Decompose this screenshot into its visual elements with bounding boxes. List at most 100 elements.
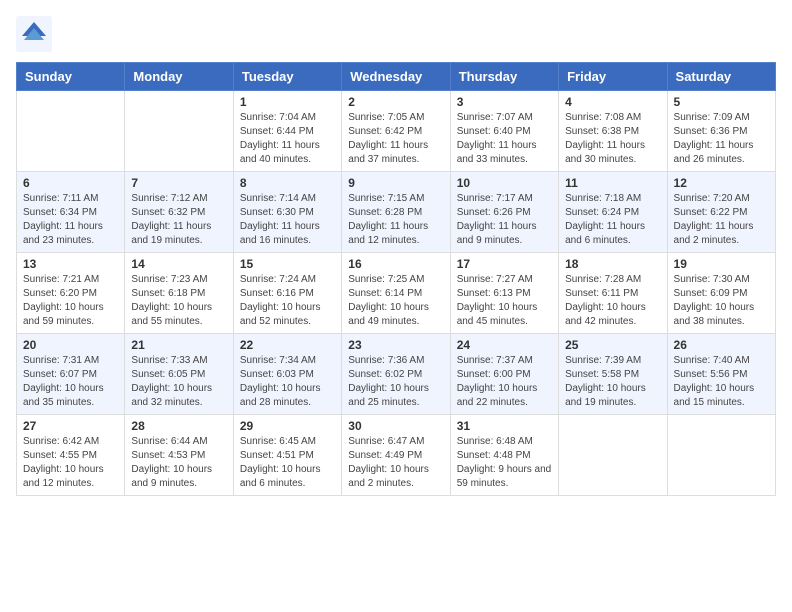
calendar-cell: 11 Sunrise: 7:18 AM Sunset: 6:24 PM Dayli… — [559, 172, 667, 253]
day-info: Sunrise: 7:31 AM Sunset: 6:07 PM Dayligh… — [23, 354, 118, 410]
day-info: Sunrise: 7:20 AM Sunset: 6:22 PM Dayligh… — [674, 192, 769, 248]
day-number: 12 — [674, 176, 769, 190]
weekday-header: Wednesday — [342, 63, 450, 91]
weekday-header: Saturday — [667, 63, 775, 91]
calendar-cell: 29 Sunrise: 6:45 AM Sunset: 4:51 PM Dayli… — [233, 415, 341, 496]
logo — [16, 16, 56, 52]
page-header — [16, 16, 776, 52]
calendar-cell: 19 Sunrise: 7:30 AM Sunset: 6:09 PM Dayli… — [667, 253, 775, 334]
day-number: 27 — [23, 419, 118, 433]
day-info: Sunrise: 7:40 AM Sunset: 5:56 PM Dayligh… — [674, 354, 769, 410]
weekday-header: Thursday — [450, 63, 558, 91]
day-number: 22 — [240, 338, 335, 352]
calendar-cell: 3 Sunrise: 7:07 AM Sunset: 6:40 PM Daylig… — [450, 91, 558, 172]
day-info: Sunrise: 7:08 AM Sunset: 6:38 PM Dayligh… — [565, 111, 660, 167]
day-number: 9 — [348, 176, 443, 190]
day-info: Sunrise: 7:37 AM Sunset: 6:00 PM Dayligh… — [457, 354, 552, 410]
calendar-cell: 7 Sunrise: 7:12 AM Sunset: 6:32 PM Daylig… — [125, 172, 233, 253]
day-info: Sunrise: 7:28 AM Sunset: 6:11 PM Dayligh… — [565, 273, 660, 329]
calendar-cell: 17 Sunrise: 7:27 AM Sunset: 6:13 PM Dayli… — [450, 253, 558, 334]
calendar-cell: 28 Sunrise: 6:44 AM Sunset: 4:53 PM Dayli… — [125, 415, 233, 496]
day-number: 8 — [240, 176, 335, 190]
calendar-cell: 15 Sunrise: 7:24 AM Sunset: 6:16 PM Dayli… — [233, 253, 341, 334]
calendar-cell: 21Sunrise: 7:33 AM Sunset: 6:05 PM Dayli… — [125, 334, 233, 415]
day-info: Sunrise: 7:21 AM Sunset: 6:20 PM Dayligh… — [23, 273, 118, 329]
logo-icon — [16, 16, 52, 52]
day-number: 5 — [674, 95, 769, 109]
calendar-cell: 30 Sunrise: 6:47 AM Sunset: 4:49 PM Dayli… — [342, 415, 450, 496]
day-info: Sunrise: 7:33 AM Sunset: 6:05 PM Dayligh… — [131, 354, 226, 410]
calendar-table: SundayMondayTuesdayWednesdayThursdayFrid… — [16, 62, 776, 496]
calendar-cell — [559, 415, 667, 496]
calendar-cell: 22 Sunrise: 7:34 AM Sunset: 6:03 PM Dayli… — [233, 334, 341, 415]
calendar-cell — [667, 415, 775, 496]
day-number: 10 — [457, 176, 552, 190]
calendar-cell: 31Sunrise: 6:48 AM Sunset: 4:48 PM Dayli… — [450, 415, 558, 496]
day-number: 3 — [457, 95, 552, 109]
day-info: Sunrise: 7:14 AM Sunset: 6:30 PM Dayligh… — [240, 192, 335, 248]
weekday-header: Sunday — [17, 63, 125, 91]
day-info: Sunrise: 6:48 AM Sunset: 4:48 PM Dayligh… — [457, 435, 552, 491]
calendar-cell: 1 Sunrise: 7:04 AM Sunset: 6:44 PM Daylig… — [233, 91, 341, 172]
calendar-cell: 8 Sunrise: 7:14 AM Sunset: 6:30 PM Daylig… — [233, 172, 341, 253]
day-number: 19 — [674, 257, 769, 271]
calendar-cell — [17, 91, 125, 172]
day-number: 14 — [131, 257, 226, 271]
calendar-cell: 20 Sunrise: 7:31 AM Sunset: 6:07 PM Dayli… — [17, 334, 125, 415]
calendar-cell: 23 Sunrise: 7:36 AM Sunset: 6:02 PM Dayli… — [342, 334, 450, 415]
calendar-cell: 16Sunrise: 7:25 AM Sunset: 6:14 PM Dayli… — [342, 253, 450, 334]
day-number: 20 — [23, 338, 118, 352]
calendar-cell: 26 Sunrise: 7:40 AM Sunset: 5:56 PM Dayli… — [667, 334, 775, 415]
calendar-cell: 27 Sunrise: 6:42 AM Sunset: 4:55 PM Dayli… — [17, 415, 125, 496]
day-info: Sunrise: 7:34 AM Sunset: 6:03 PM Dayligh… — [240, 354, 335, 410]
day-number: 28 — [131, 419, 226, 433]
day-number: 29 — [240, 419, 335, 433]
day-info: Sunrise: 7:09 AM Sunset: 6:36 PM Dayligh… — [674, 111, 769, 167]
day-number: 24 — [457, 338, 552, 352]
day-number: 23 — [348, 338, 443, 352]
day-info: Sunrise: 7:12 AM Sunset: 6:32 PM Dayligh… — [131, 192, 226, 248]
day-info: Sunrise: 7:24 AM Sunset: 6:16 PM Dayligh… — [240, 273, 335, 329]
day-number: 25 — [565, 338, 660, 352]
day-info: Sunrise: 7:05 AM Sunset: 6:42 PM Dayligh… — [348, 111, 443, 167]
day-info: Sunrise: 7:36 AM Sunset: 6:02 PM Dayligh… — [348, 354, 443, 410]
day-info: Sunrise: 7:11 AM Sunset: 6:34 PM Dayligh… — [23, 192, 118, 248]
day-number: 11 — [565, 176, 660, 190]
day-info: Sunrise: 7:15 AM Sunset: 6:28 PM Dayligh… — [348, 192, 443, 248]
day-number: 2 — [348, 95, 443, 109]
weekday-header: Friday — [559, 63, 667, 91]
day-info: Sunrise: 7:23 AM Sunset: 6:18 PM Dayligh… — [131, 273, 226, 329]
calendar-cell: 12 Sunrise: 7:20 AM Sunset: 6:22 PM Dayli… — [667, 172, 775, 253]
day-number: 26 — [674, 338, 769, 352]
day-number: 17 — [457, 257, 552, 271]
day-number: 13 — [23, 257, 118, 271]
day-number: 15 — [240, 257, 335, 271]
day-number: 7 — [131, 176, 226, 190]
calendar-cell: 14 Sunrise: 7:23 AM Sunset: 6:18 PM Dayli… — [125, 253, 233, 334]
day-info: Sunrise: 6:45 AM Sunset: 4:51 PM Dayligh… — [240, 435, 335, 491]
day-info: Sunrise: 7:07 AM Sunset: 6:40 PM Dayligh… — [457, 111, 552, 167]
calendar-cell: 9 Sunrise: 7:15 AM Sunset: 6:28 PM Daylig… — [342, 172, 450, 253]
weekday-header: Tuesday — [233, 63, 341, 91]
calendar-cell — [125, 91, 233, 172]
day-info: Sunrise: 6:47 AM Sunset: 4:49 PM Dayligh… — [348, 435, 443, 491]
day-info: Sunrise: 7:39 AM Sunset: 5:58 PM Dayligh… — [565, 354, 660, 410]
day-info: Sunrise: 6:44 AM Sunset: 4:53 PM Dayligh… — [131, 435, 226, 491]
day-info: Sunrise: 7:25 AM Sunset: 6:14 PM Dayligh… — [348, 273, 443, 329]
day-info: Sunrise: 7:27 AM Sunset: 6:13 PM Dayligh… — [457, 273, 552, 329]
day-number: 18 — [565, 257, 660, 271]
day-number: 30 — [348, 419, 443, 433]
calendar-cell: 13 Sunrise: 7:21 AM Sunset: 6:20 PM Dayli… — [17, 253, 125, 334]
day-info: Sunrise: 7:17 AM Sunset: 6:26 PM Dayligh… — [457, 192, 552, 248]
day-info: Sunrise: 7:30 AM Sunset: 6:09 PM Dayligh… — [674, 273, 769, 329]
day-info: Sunrise: 7:18 AM Sunset: 6:24 PM Dayligh… — [565, 192, 660, 248]
calendar-cell: 18 Sunrise: 7:28 AM Sunset: 6:11 PM Dayli… — [559, 253, 667, 334]
day-number: 1 — [240, 95, 335, 109]
calendar-cell: 10 Sunrise: 7:17 AM Sunset: 6:26 PM Dayli… — [450, 172, 558, 253]
calendar-cell: 25 Sunrise: 7:39 AM Sunset: 5:58 PM Dayli… — [559, 334, 667, 415]
day-number: 6 — [23, 176, 118, 190]
day-info: Sunrise: 6:42 AM Sunset: 4:55 PM Dayligh… — [23, 435, 118, 491]
day-info: Sunrise: 7:04 AM Sunset: 6:44 PM Dayligh… — [240, 111, 335, 167]
day-number: 4 — [565, 95, 660, 109]
calendar-cell: 6 Sunrise: 7:11 AM Sunset: 6:34 PM Daylig… — [17, 172, 125, 253]
